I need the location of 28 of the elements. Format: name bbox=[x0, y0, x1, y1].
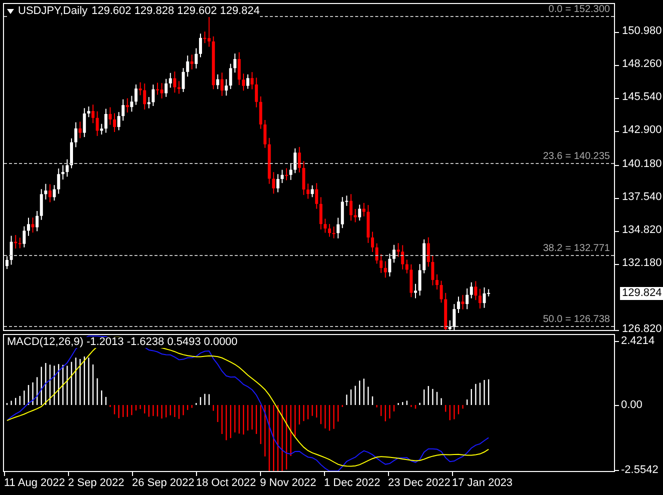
price-label: 145.540 bbox=[622, 92, 662, 103]
fibonacci-label: 50.0 = 126.738 bbox=[542, 315, 610, 325]
price-label: 148.260 bbox=[622, 59, 662, 70]
fibonacci-label: 0.0 = 152.300 bbox=[548, 5, 610, 15]
price-label: 142.900 bbox=[622, 125, 662, 136]
date-label: 17 Jan 2023 bbox=[452, 478, 513, 489]
date-label: 11 Aug 2022 bbox=[4, 478, 65, 489]
macd-label: MACD(12,26,9) -1.2013 -1.6238 0.5493 0.0000 bbox=[7, 337, 238, 348]
price-label: 132.180 bbox=[622, 258, 662, 269]
price-label: 140.180 bbox=[622, 159, 662, 170]
date-label: 1 Dec 2022 bbox=[324, 478, 380, 489]
date-label: 26 Sep 2022 bbox=[132, 478, 194, 489]
symbol-title: USDJPY,Daily bbox=[18, 6, 88, 17]
date-label: 18 Oct 2022 bbox=[196, 478, 256, 489]
date-label: 23 Dec 2022 bbox=[388, 478, 450, 489]
fibonacci-label: 23.6 = 140.235 bbox=[542, 152, 610, 162]
price-label: 137.540 bbox=[622, 192, 662, 203]
ohlc-values: 129.602 129.828 129.602 129.824 bbox=[92, 6, 260, 17]
fibonacci-label: 38.2 = 132.771 bbox=[542, 244, 610, 254]
price-label: 150.980 bbox=[622, 26, 662, 37]
macd-scale-label: 0.00 bbox=[621, 400, 642, 411]
current-price-label: 129.824 bbox=[620, 286, 663, 300]
macd-scale-label: -2.5542 bbox=[621, 465, 658, 476]
price-label: 134.820 bbox=[622, 225, 662, 236]
macd-scale-label: 2.4214 bbox=[621, 336, 655, 347]
date-label: 9 Nov 2022 bbox=[260, 478, 316, 489]
price-label: 126.820 bbox=[622, 324, 662, 335]
date-label: 2 Sep 2022 bbox=[68, 478, 124, 489]
